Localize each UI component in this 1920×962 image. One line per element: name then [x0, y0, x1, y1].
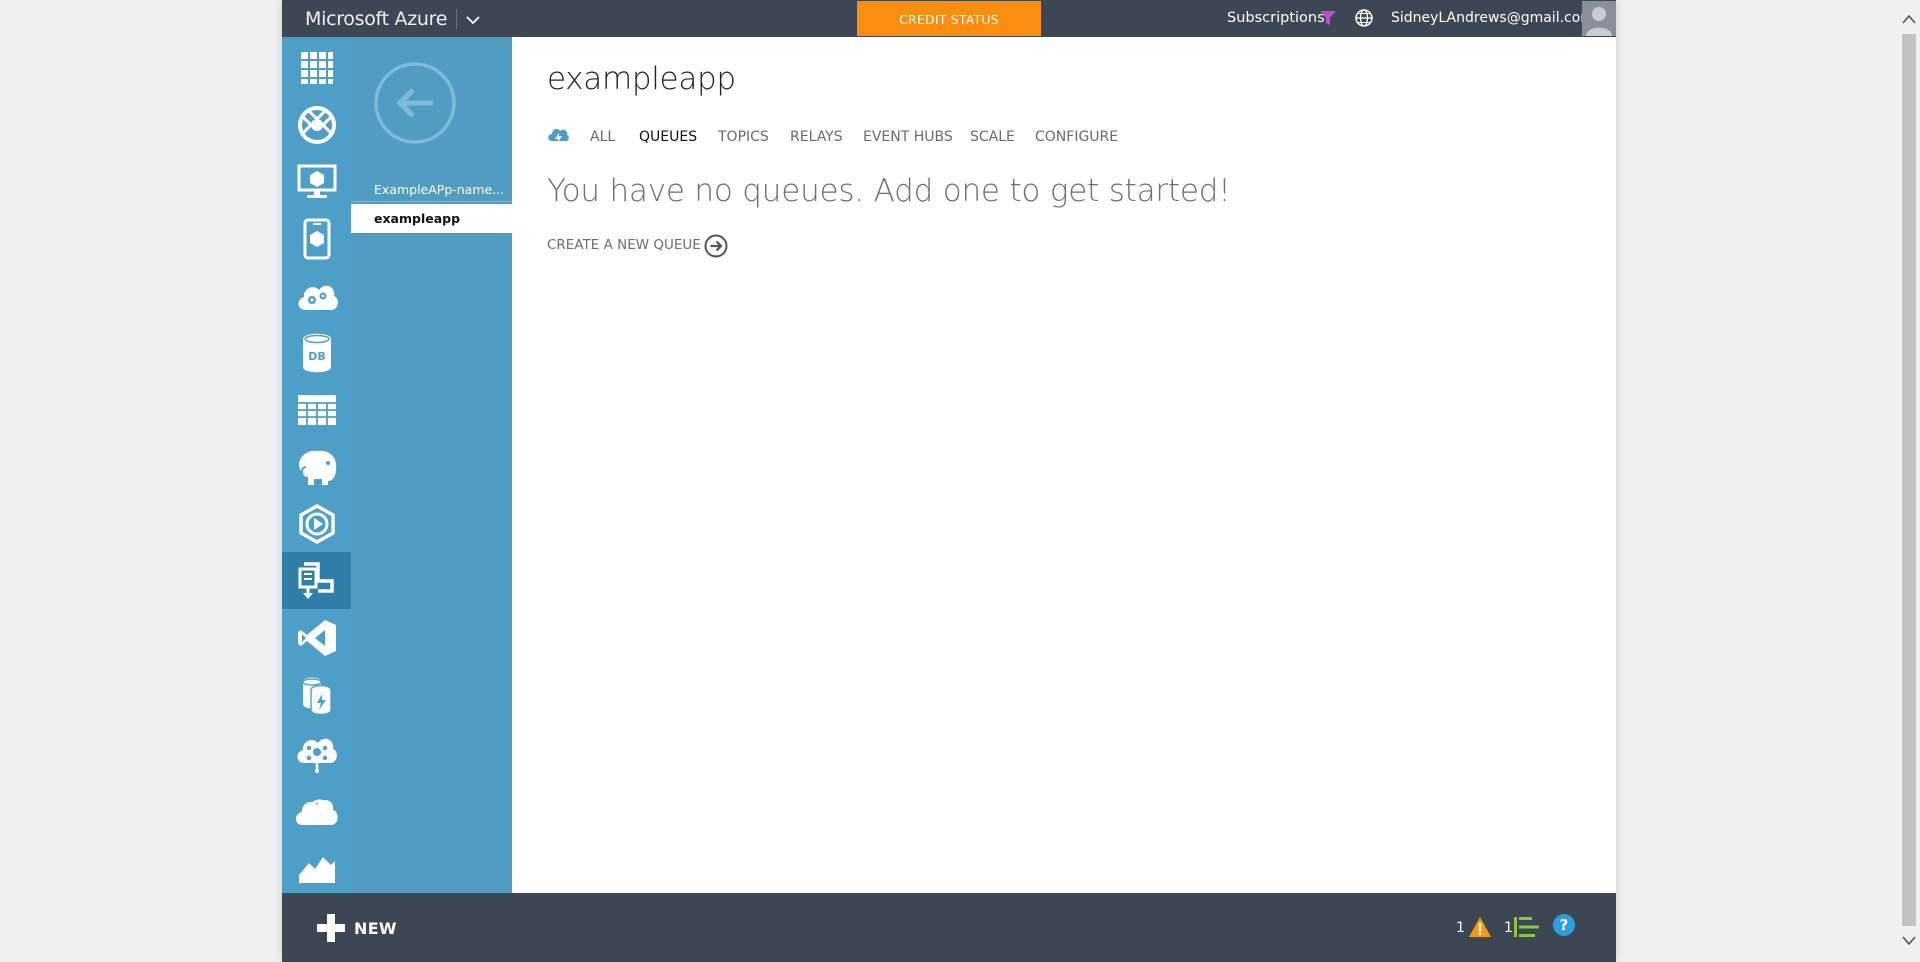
nav-item-cache[interactable]: [282, 666, 351, 723]
context-column: ExampleAPp-name... exampleapp: [351, 37, 512, 893]
nav-item-virtual-machines[interactable]: [282, 153, 351, 210]
tab-topics[interactable]: TOPICS: [718, 129, 769, 145]
tab-scale[interactable]: SCALE: [970, 129, 1015, 145]
globe-icon[interactable]: [1354, 8, 1374, 32]
service-nav: DB: [282, 37, 351, 893]
main-content: exampleapp ALL QUEUES TOPICS RELAYS EVEN…: [512, 37, 1616, 893]
create-queue-label[interactable]: CREATE A NEW QUEUE: [547, 237, 701, 253]
nav-item-all-items[interactable]: [282, 39, 351, 96]
cdn-icon: [297, 849, 337, 883]
nav-item-media-services[interactable]: [282, 495, 351, 552]
subscriptions-label[interactable]: Subscriptions: [1227, 10, 1325, 26]
current-namespace-item[interactable]: exampleapp: [351, 204, 512, 233]
nav-item-mobile-services[interactable]: [282, 210, 351, 267]
web-sites-icon: [297, 105, 337, 145]
help-icon[interactable]: ?: [1552, 913, 1576, 941]
svg-text:?: ?: [1560, 916, 1569, 934]
nav-item-web-sites[interactable]: [282, 96, 351, 153]
operations-count: 1: [1504, 920, 1513, 936]
nav-item-storage[interactable]: [282, 381, 351, 438]
visual-studio-icon: [297, 619, 337, 657]
nav-item-cdn[interactable]: [282, 837, 351, 893]
filter-icon[interactable]: [1319, 9, 1337, 31]
service-bus-icon: [298, 561, 336, 601]
nav-item-cloud-services[interactable]: [282, 267, 351, 324]
arrow-right-circle-icon[interactable]: [703, 233, 729, 263]
window-scrollbar[interactable]: [1898, 0, 1920, 962]
cloud-services-icon: [295, 278, 339, 314]
back-button[interactable]: [373, 61, 457, 145]
parent-namespace-item[interactable]: ExampleAPp-name...: [351, 177, 512, 203]
sql-databases-icon: DB: [301, 333, 333, 373]
nav-item-service-bus[interactable]: [282, 552, 351, 609]
media-services-icon: [297, 503, 337, 544]
brand-divider: [456, 9, 457, 29]
nav-item-sql-databases[interactable]: DB: [282, 324, 351, 381]
tab-configure[interactable]: CONFIGURE: [1035, 129, 1118, 145]
avatar[interactable]: [1582, 1, 1616, 36]
storage-icon: [297, 394, 337, 426]
new-label: NEW: [354, 919, 397, 938]
account-email[interactable]: SidneyLAndrews@gmail.com: [1391, 10, 1594, 26]
brand-title[interactable]: Microsoft Azure: [305, 8, 447, 30]
alerts-count: 1: [1456, 920, 1465, 936]
scroll-up-icon[interactable]: [1902, 10, 1916, 29]
operations-icon: [1514, 917, 1540, 941]
nav-item-visual-studio-online[interactable]: [282, 609, 351, 666]
nav-item-biztalk-services[interactable]: [282, 723, 351, 780]
tab-queues[interactable]: QUEUES: [639, 129, 697, 145]
mobile-services-icon: [303, 218, 331, 260]
credit-status-button[interactable]: CREDIT STATUS: [857, 1, 1041, 36]
cache-icon: [299, 674, 335, 716]
plus-icon: [316, 913, 346, 947]
warning-icon: [1468, 916, 1492, 942]
nav-item-recovery-services[interactable]: [282, 780, 351, 837]
virtual-machines-icon: [297, 164, 337, 200]
azure-portal-window: Microsoft Azure CREDIT STATUS Subscripti…: [282, 0, 1616, 962]
page-title: exampleapp: [547, 61, 736, 97]
hdinsight-icon: [294, 447, 340, 487]
new-button[interactable]: NEW: [316, 913, 406, 943]
biztalk-services-icon: [294, 731, 340, 773]
chevron-down-icon[interactable]: [462, 7, 484, 31]
operations-indicator[interactable]: 1: [1504, 914, 1542, 940]
tab-relays[interactable]: RELAYS: [790, 129, 843, 145]
tab-all[interactable]: ALL: [590, 129, 615, 145]
nav-item-hdinsight[interactable]: [282, 438, 351, 495]
empty-state-message: You have no queues. Add one to get start…: [547, 173, 1231, 209]
divider: [351, 201, 512, 202]
alerts-indicator[interactable]: 1: [1456, 914, 1494, 940]
all-items-grid-icon: [300, 51, 334, 85]
tab-event-hubs[interactable]: EVENT HUBS: [863, 129, 953, 145]
recovery-services-icon: [294, 791, 340, 827]
db-icon-text: DB: [308, 350, 326, 363]
scroll-down-icon[interactable]: [1902, 932, 1916, 951]
bottom-bar: NEW 1 1 ?: [282, 893, 1616, 962]
scrollbar-thumb[interactable]: [1902, 34, 1916, 926]
quick-start-cloud-icon[interactable]: [547, 126, 569, 148]
top-bar: Microsoft Azure CREDIT STATUS Subscripti…: [282, 0, 1616, 37]
